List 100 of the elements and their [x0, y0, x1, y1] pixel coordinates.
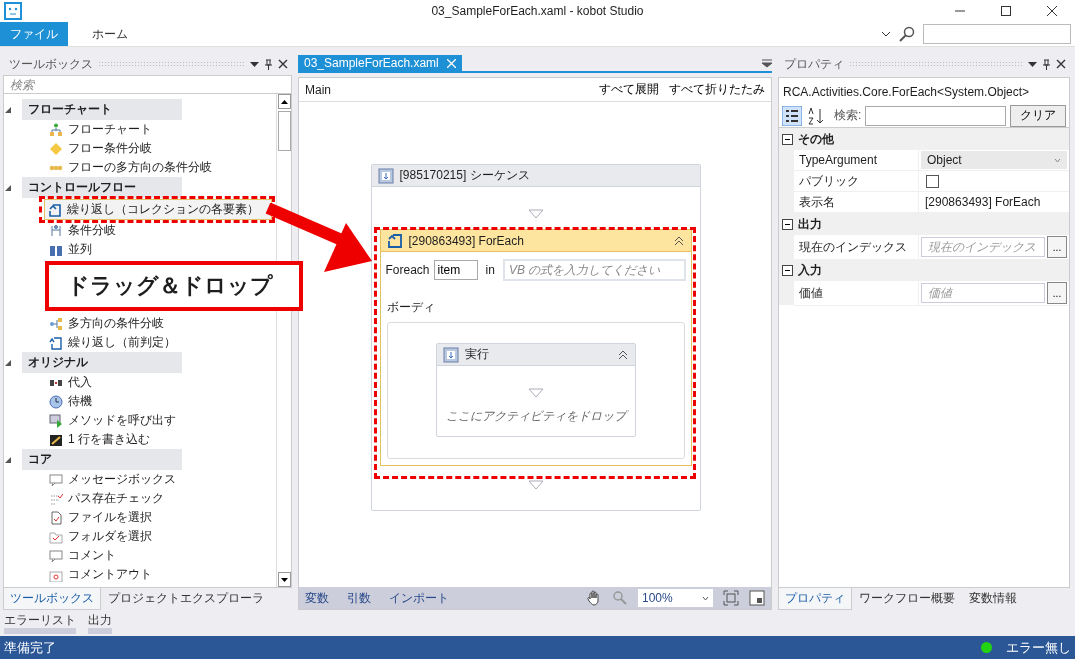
- toolbox-item[interactable]: フロー条件分岐: [44, 139, 272, 158]
- categorized-icon[interactable]: [782, 105, 802, 126]
- expression-field[interactable]: 現在のインデックス: [921, 237, 1045, 257]
- pin-icon[interactable]: [1042, 58, 1051, 70]
- hand-icon[interactable]: [586, 590, 602, 606]
- sequence-icon: [442, 346, 459, 363]
- close-icon: [1047, 6, 1057, 16]
- collapse-icon[interactable]: [672, 234, 685, 247]
- close-icon[interactable]: [278, 59, 288, 69]
- dropdown-icon[interactable]: [762, 58, 772, 68]
- property-value: [290863493] ForEach: [924, 195, 1041, 209]
- designer-tab[interactable]: 引数: [347, 589, 371, 607]
- toolbox-item[interactable]: 多方向の条件分岐: [44, 314, 272, 333]
- type-dropdown[interactable]: Object: [921, 151, 1067, 169]
- designer-action-link[interactable]: すべて展開: [599, 81, 659, 98]
- sequence-activity[interactable]: 実行 ここにアクティビティをドロップ: [435, 343, 636, 437]
- panel-title: ツールボックス: [9, 55, 93, 73]
- body-label: ボーディ: [385, 299, 436, 316]
- property-name: 現在のインデックス: [794, 235, 919, 260]
- zoom-dropdown[interactable]: 100%: [638, 589, 713, 607]
- loop-icon: [386, 232, 403, 249]
- search-icon[interactable]: [899, 26, 915, 42]
- panel-tab[interactable]: ツールボックス: [3, 588, 101, 610]
- scroll-down-button[interactable]: [277, 572, 291, 587]
- caret-icon: [702, 595, 709, 601]
- group-header[interactable]: フローチャート: [22, 99, 182, 120]
- toolbox-item[interactable]: コメントアウト: [44, 565, 272, 584]
- toolbox-item[interactable]: 繰り返し（コレクションの各要素）: [44, 199, 272, 220]
- activity-title: [985170215] シーケンス: [399, 167, 531, 184]
- collapse-icon[interactable]: [616, 348, 629, 361]
- designer-action-link[interactable]: すべて折りたたみ: [669, 81, 765, 98]
- toolbox-item[interactable]: メソッドを呼び出す: [44, 411, 272, 430]
- search-field[interactable]: [865, 105, 1006, 126]
- status-dot: [981, 642, 992, 653]
- foreach-activity[interactable]: [290863493] ForEach Foreach item in VB の式を入力してください ボーディ 実行 ここにアクティビティをドロップ: [379, 229, 692, 466]
- expression-field[interactable]: 価値: [921, 283, 1045, 303]
- up-arrow-icon: [280, 99, 288, 104]
- sequence-icon: [377, 167, 394, 184]
- clear-button[interactable]: クリア: [1010, 104, 1066, 127]
- down-arrow-icon: [280, 577, 288, 582]
- toolbox-item[interactable]: 並列: [44, 240, 272, 259]
- path-check-icon: [49, 491, 63, 506]
- category-header: 出力: [798, 215, 822, 233]
- in-label: in: [485, 263, 495, 277]
- error-status: エラー無し: [1006, 638, 1071, 657]
- breadcrumb[interactable]: Main: [305, 82, 331, 97]
- branch-icon: [49, 223, 63, 238]
- designer-tab[interactable]: 変数: [305, 589, 329, 607]
- toolbox-item[interactable]: 繰り返し（前判定）: [44, 333, 272, 352]
- group-header[interactable]: オリジナル: [22, 352, 182, 373]
- menu-tab[interactable]: ホーム: [82, 22, 138, 46]
- toolbox-item[interactable]: フローの多方向の条件分岐: [44, 158, 272, 177]
- toolbox-item[interactable]: メッセージボックス: [44, 470, 272, 489]
- pin-icon[interactable]: [264, 58, 273, 70]
- toolbox-item[interactable]: パス存在チェック: [44, 489, 272, 508]
- dropdown-icon[interactable]: [250, 59, 259, 69]
- loop-icon: [49, 335, 63, 350]
- group-header[interactable]: コア: [22, 449, 182, 470]
- panel-tab[interactable]: プロジェクトエクスプローラ: [101, 588, 271, 610]
- category-header: その他: [798, 130, 834, 148]
- search-label: 検索:: [834, 107, 862, 124]
- caret-icon[interactable]: [881, 30, 891, 38]
- toolbox-item[interactable]: フォルダを選択: [44, 527, 272, 546]
- scroll-thumb[interactable]: [277, 111, 291, 151]
- expression-field[interactable]: VB の式を入力してください: [502, 259, 686, 281]
- fit-screen-icon[interactable]: [723, 590, 739, 606]
- toolbox-item[interactable]: コメント: [44, 546, 272, 565]
- scroll-up-button[interactable]: [277, 94, 291, 109]
- type-name: RCA.Activities.Core.ForEach<System.Object>: [782, 84, 1031, 101]
- group-header[interactable]: コントロールフロー: [22, 177, 182, 198]
- browse-button[interactable]: ...: [1047, 282, 1067, 304]
- sequence-activity[interactable]: [985170215] シーケンス [290863493] ForEach Foreach item in VB の式を入力してください ボーディ 実行 ここにアクティビティをドロップ: [370, 164, 701, 511]
- toolbox-item[interactable]: フローチャート: [44, 120, 272, 139]
- panel-tab[interactable]: ワークフロー概要: [852, 588, 962, 610]
- panel-title: プロパティ: [784, 55, 844, 73]
- overview-icon[interactable]: [749, 590, 765, 606]
- browse-button[interactable]: ...: [1047, 236, 1067, 258]
- toolbox-item[interactable]: 条件分岐: [44, 221, 272, 240]
- toolbox-item[interactable]: 代入: [44, 373, 272, 392]
- drop-arrow-icon: [527, 209, 544, 219]
- method-icon: [49, 413, 63, 428]
- search-field[interactable]: [923, 24, 1071, 44]
- toolbox-item[interactable]: 1 行を書き込む: [44, 430, 272, 449]
- comment-icon: [49, 548, 63, 563]
- folder-check-icon: [49, 529, 63, 544]
- designer-tab[interactable]: インポート: [389, 589, 449, 607]
- panel-tab[interactable]: 変数情報: [962, 588, 1024, 610]
- terminal-icon: [49, 432, 63, 447]
- panel-tab[interactable]: プロパティ: [778, 588, 852, 610]
- checkbox[interactable]: [926, 174, 939, 188]
- toolbox-item[interactable]: ファイルを選択: [44, 508, 272, 527]
- caret-icon: [1054, 157, 1061, 163]
- clock-icon: [49, 394, 63, 409]
- toolbox-item[interactable]: 待機: [44, 392, 272, 411]
- search-field[interactable]: 検索: [3, 75, 292, 93]
- activity-title: 実行: [464, 346, 490, 363]
- close-icon[interactable]: [1056, 59, 1066, 69]
- dropdown-icon[interactable]: [1028, 59, 1037, 69]
- sort-icon[interactable]: [806, 105, 826, 126]
- variable-field[interactable]: item: [433, 260, 478, 280]
